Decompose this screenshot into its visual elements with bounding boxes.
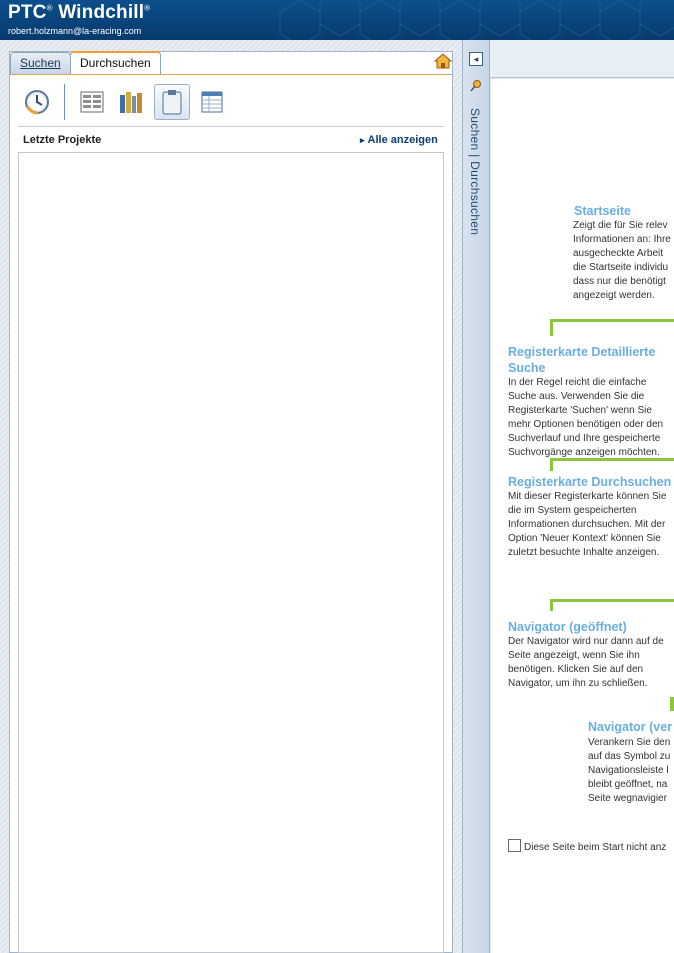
help-text-line: angezeigt werden.	[573, 290, 655, 301]
brand-name: PTC	[8, 2, 47, 23]
help-text-line: mehr Optionen benötigen oder den	[508, 419, 664, 430]
help-text-line: zuletzt besuchte Inhalte anzeigen.	[508, 547, 660, 558]
help-detail-title-line2: Suche	[508, 361, 546, 375]
table-view-icon	[201, 91, 223, 113]
dont-show-label: Diese Seite beim Start nicht anz	[524, 842, 667, 853]
home-icon[interactable]	[434, 53, 452, 69]
help-text-line: ausgecheckte Arbeit	[573, 248, 664, 259]
app-header: PTC® Windchill® robert.holzmann@la-eraci…	[0, 0, 674, 40]
help-durchsuchen-title: Registerkarte Durchsuchen	[508, 475, 672, 489]
tab-durchsuchen[interactable]: Durchsuchen	[70, 51, 161, 75]
help-text-line: Mit dieser Registerkarte können Sie	[508, 491, 667, 502]
help-text-line: Informationen an: Ihre	[573, 234, 671, 245]
library-button[interactable]	[113, 84, 149, 120]
connector-line	[550, 599, 674, 602]
tab-underline	[10, 74, 452, 75]
connector-line	[550, 458, 674, 461]
help-detail-text: In der Regel reicht die einfache Suche a…	[508, 376, 663, 460]
help-durchsuchen-text: Mit dieser Registerkarte können Sie die …	[508, 490, 666, 560]
help-text-line: In der Regel reicht die einfache	[508, 377, 647, 388]
connector-line	[550, 458, 553, 471]
help-text-line: Navigationsleiste l	[588, 765, 669, 776]
navigator-vertical-label[interactable]: Suchen | Durchsuchen	[468, 108, 482, 235]
help-startseite-text: Zeigt die für Sie relev Informationen an…	[573, 219, 671, 303]
project-clipboard-icon	[162, 90, 182, 115]
connector-line	[550, 599, 553, 611]
pin-icon[interactable]	[469, 79, 483, 93]
recent-projects-title: Letzte Projekte	[23, 134, 102, 146]
help-text-line: Seite angezeigt, wenn Sie ihn	[508, 650, 640, 661]
project-clipboard-button[interactable]	[154, 84, 190, 120]
help-text-line: Seite wegnavigier	[588, 793, 667, 804]
help-text-line: die Startseite individu	[573, 262, 669, 273]
product-list-button[interactable]	[74, 84, 110, 120]
help-navigator-open-title: Navigator (geöffnet)	[508, 620, 627, 634]
help-text-line: Informationen durchsuchen. Mit der	[508, 519, 666, 530]
connector-line	[550, 319, 674, 322]
help-navigator-anchored-text: Verankern Sie den auf das Symbol zu Navi…	[588, 736, 670, 806]
help-text-line: Registerkarte 'Suchen' wenn Sie	[508, 405, 652, 416]
show-all-link[interactable]: ▸ Alle anzeigen	[360, 134, 438, 146]
product-name: Windchill	[58, 2, 145, 23]
table-view-button[interactable]	[194, 84, 230, 120]
help-navigator-open-text: Der Navigator wird nur dann auf de Seite…	[508, 635, 664, 691]
help-startseite-title: Startseite	[574, 204, 631, 218]
help-detail-title-line1: Registerkarte Detaillierte	[508, 345, 656, 359]
show-all-label: Alle anzeigen	[367, 134, 438, 146]
app-logo: PTC® Windchill®	[8, 2, 150, 24]
collapse-navigator-button[interactable]: ◂	[469, 52, 483, 66]
dont-show-checkbox[interactable]	[508, 839, 521, 852]
recent-history-icon	[25, 90, 49, 115]
help-text-line: benötigen. Klicken Sie auf den	[508, 664, 644, 675]
help-text-line: auf das Symbol zu	[588, 751, 671, 762]
help-text-line: Der Navigator wird nur dann auf de	[508, 636, 664, 647]
recent-projects-list[interactable]	[18, 152, 444, 953]
tab-suchen[interactable]: Suchen	[10, 52, 71, 74]
help-text-line: Verankern Sie den	[588, 737, 671, 748]
connector-line	[670, 697, 674, 711]
library-books-icon	[120, 92, 142, 113]
product-list-icon	[80, 91, 104, 113]
help-text-line: Suchverlauf und Ihre gespeicherte	[508, 433, 661, 444]
help-text-line: Zeigt die für Sie relev	[573, 220, 668, 231]
content-header-bar	[490, 40, 674, 78]
toolbar-separator	[64, 84, 65, 120]
tab-durchsuchen-label: Durchsuchen	[80, 56, 151, 70]
help-navigator-anchored-title: Navigator (ver	[588, 720, 673, 734]
chevron-right-icon: ▸	[360, 135, 365, 145]
help-text-line: Option 'Neuer Kontext' können Sie	[508, 533, 661, 544]
help-text-line: Navigator, um ihn zu schließen.	[508, 678, 648, 689]
help-text-line: Suche aus. Verwenden Sie die	[508, 391, 645, 402]
tab-suchen-label: Suchen	[20, 56, 61, 70]
recent-history-button[interactable]	[19, 84, 55, 120]
help-text-line: dass nur die benötigt	[573, 276, 666, 287]
user-email[interactable]: robert.holzmann@la-eracing.com	[8, 26, 141, 36]
brand-registered-mark: ®	[46, 3, 53, 13]
product-registered-mark: ®	[144, 3, 151, 13]
help-text-line: bleibt geöffnet, na	[588, 779, 668, 790]
connector-line	[550, 319, 553, 336]
help-text-line: die im System gespeicherten	[508, 505, 637, 516]
section-divider	[18, 126, 444, 127]
